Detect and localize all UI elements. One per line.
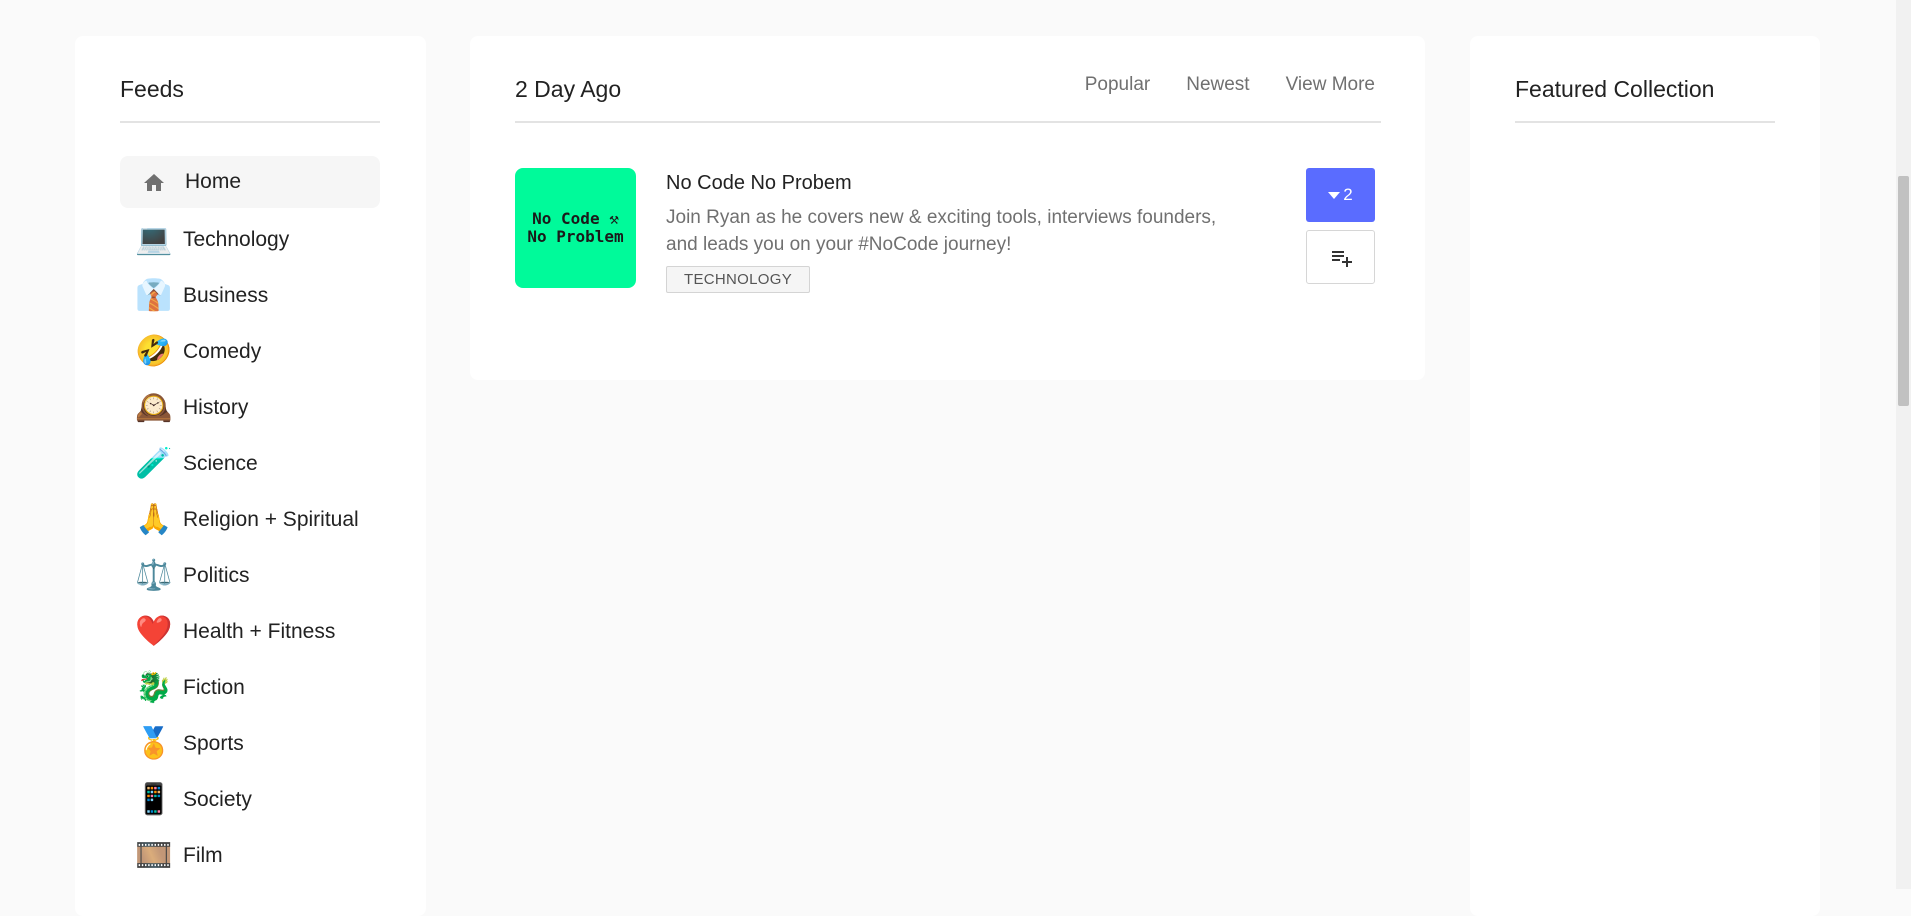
sidebar-item-label: Business — [183, 284, 269, 307]
main-divider — [515, 121, 1381, 123]
sidebar-item-religion-spiritual[interactable]: 🙏 Religion + Spiritual — [120, 492, 380, 548]
sidebar-item-label: Politics — [183, 564, 250, 587]
sidebar-item-label: Religion + Spiritual — [183, 508, 359, 531]
cover-text-line1: No Code ⚒ — [532, 209, 619, 228]
sidebar-item-home[interactable]: Home — [120, 156, 380, 208]
sidebar-item-label: Film — [183, 844, 223, 867]
sidebar-item-history[interactable]: 🕰️ History — [120, 380, 380, 436]
mantelpiece-clock-icon: 🕰️ — [135, 390, 173, 425]
sidebar-item-label: Sports — [183, 732, 244, 755]
laptop-icon: 💻 — [135, 222, 173, 257]
necktie-icon: 👔 — [135, 278, 173, 313]
tab-popular[interactable]: Popular — [1085, 74, 1151, 96]
tab-view-more[interactable]: View More — [1286, 74, 1375, 96]
sidebar-item-label: History — [183, 396, 249, 419]
feeds-panel: Feeds Home 💻 Technology 👔 Business 🤣 Com… — [75, 36, 426, 916]
medal-icon: 🏅 — [135, 726, 173, 761]
playlist-add-icon — [1331, 251, 1352, 267]
feeds-divider — [120, 121, 380, 123]
film-frames-icon: 🎞️ — [135, 838, 173, 873]
sidebar-item-comedy[interactable]: 🤣 Comedy — [120, 324, 380, 380]
sidebar-item-film[interactable]: 🎞️ Film — [120, 828, 380, 884]
sidebar-item-label: Health + Fitness — [183, 620, 336, 643]
sidebar-item-label: Society — [183, 788, 252, 811]
home-icon — [135, 163, 173, 201]
sidebar-item-label: Home — [185, 170, 242, 193]
feeds-list: Home 💻 Technology 👔 Business 🤣 Comedy 🕰️… — [120, 156, 380, 884]
test-tube-icon: 🧪 — [135, 446, 173, 481]
featured-collection-panel: Featured Collection — [1470, 36, 1820, 916]
sidebar-item-science[interactable]: 🧪 Science — [120, 436, 380, 492]
tab-newest[interactable]: Newest — [1186, 74, 1249, 96]
page-scrollbar[interactable] — [1896, 0, 1911, 889]
red-heart-icon: ❤️ — [135, 614, 173, 649]
add-to-playlist-button[interactable] — [1306, 230, 1375, 284]
mobile-phone-icon: 📱 — [135, 782, 173, 817]
feeds-title: Feeds — [120, 76, 184, 102]
sidebar-item-technology[interactable]: 💻 Technology — [120, 212, 380, 268]
podcast-cover[interactable]: No Code ⚒ No Problem — [515, 168, 636, 288]
podcast-title[interactable]: No Code No Probem — [666, 172, 852, 195]
sidebar-item-label: Science — [183, 452, 258, 475]
category-tag[interactable]: TECHNOLOGY — [666, 266, 811, 293]
sort-tabs: Popular Newest View More — [1085, 74, 1375, 96]
section-title: 2 Day Ago — [515, 76, 622, 102]
podcast-item: No Code ⚒ No Problem No Code No Probem J… — [515, 168, 1381, 298]
sidebar-item-fiction[interactable]: 🐉 Fiction — [120, 660, 380, 716]
caret-down-icon — [1328, 191, 1341, 199]
balance-scale-icon: ⚖️ — [135, 558, 173, 593]
sidebar-item-sports[interactable]: 🏅 Sports — [120, 716, 380, 772]
sidebar-item-label: Technology — [183, 228, 290, 251]
sidebar-item-business[interactable]: 👔 Business — [120, 268, 380, 324]
sidebar-item-politics[interactable]: ⚖️ Politics — [120, 548, 380, 604]
cover-text-line2: No Problem — [527, 227, 624, 246]
main-feed-panel: 2 Day Ago Popular Newest View More No Co… — [470, 36, 1425, 380]
podcast-description: Join Ryan as he covers new & exciting to… — [666, 207, 1217, 255]
sidebar-item-label: Comedy — [183, 340, 262, 363]
vote-count: 2 — [1343, 185, 1353, 204]
sidebar-item-health-fitness[interactable]: ❤️ Health + Fitness — [120, 604, 380, 660]
rolling-laughing-icon: 🤣 — [135, 334, 173, 369]
sidebar-item-society[interactable]: 📱 Society — [120, 772, 380, 828]
dragon-icon: 🐉 — [135, 670, 173, 705]
upvote-button[interactable]: 2 — [1306, 168, 1375, 222]
featured-title: Featured Collection — [1515, 76, 1715, 102]
featured-divider — [1515, 121, 1775, 123]
folded-hands-icon: 🙏 — [135, 502, 173, 537]
sidebar-item-label: Fiction — [183, 676, 245, 699]
scrollbar-thumb[interactable] — [1898, 176, 1909, 406]
